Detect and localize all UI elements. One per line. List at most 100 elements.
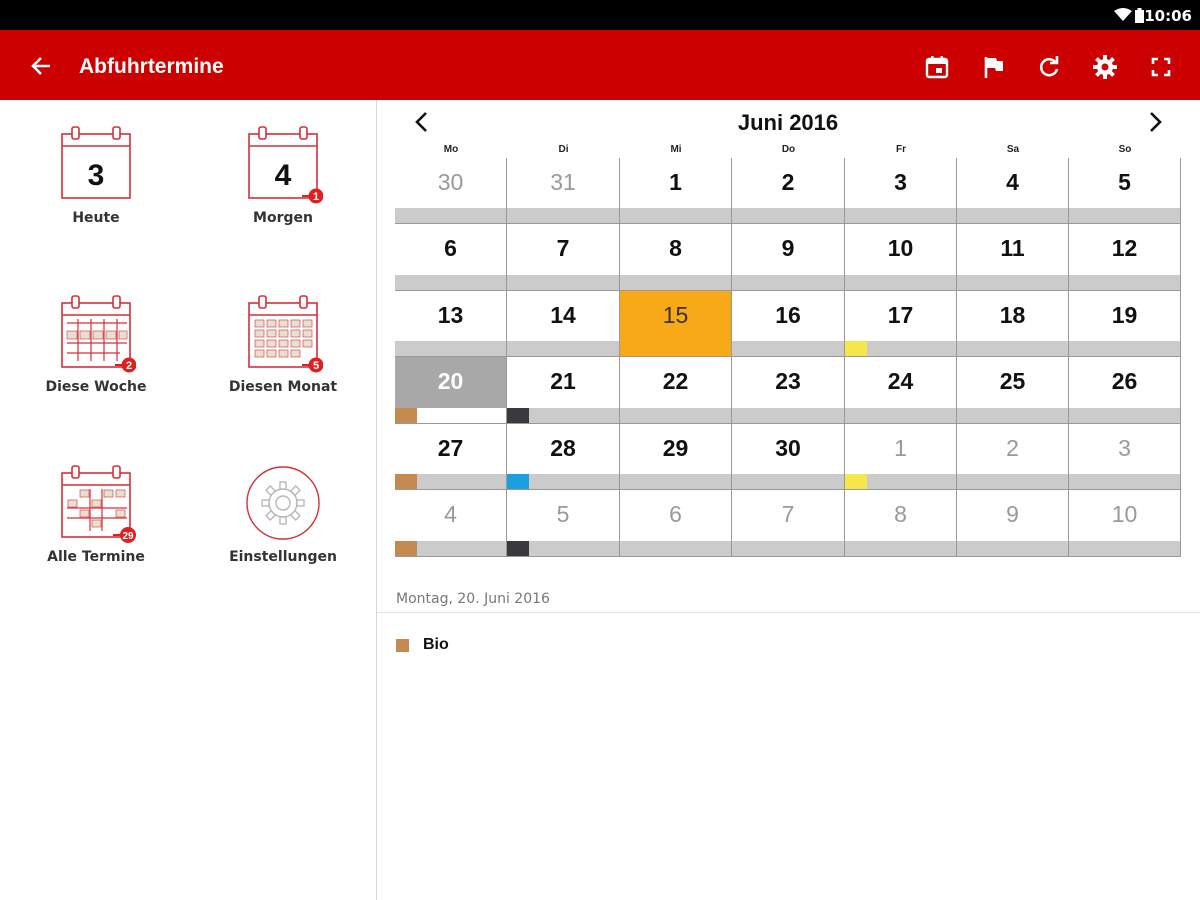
calendar-day-cell[interactable]: 15	[620, 291, 732, 357]
day-number: 4	[444, 501, 457, 527]
calendar-day-cell[interactable]: 6	[395, 224, 507, 291]
calendar-day-cell[interactable]: 27	[395, 424, 507, 490]
calendar-day-cell[interactable]: 7	[732, 490, 845, 557]
event-strip	[845, 208, 956, 223]
calendar-day-cell[interactable]: 11	[957, 224, 1069, 291]
calendar-day-cell[interactable]: 23	[732, 357, 845, 424]
calendar-day-cell[interactable]: 9	[957, 490, 1069, 557]
calendar-day-cell[interactable]: 8	[845, 490, 957, 557]
calendar-day-cell[interactable]: 6	[620, 490, 732, 557]
day-number: 16	[775, 302, 801, 328]
event-strip	[1069, 341, 1180, 356]
calendar-day-cell[interactable]: 10	[845, 224, 957, 291]
event-strip	[957, 408, 1068, 423]
day-number: 7	[781, 501, 795, 527]
event-strip	[957, 541, 1068, 556]
calendar-day-cell[interactable]: 25	[957, 357, 1069, 424]
calendar-day-cell[interactable]: 2	[732, 158, 845, 224]
tomorrow-day-number: 4	[275, 159, 292, 192]
day-number: 27	[437, 435, 464, 461]
calendar-day-cell[interactable]: 3	[845, 158, 957, 224]
calendar-day-cell[interactable]: 26	[1069, 357, 1181, 424]
day-number: 2	[1006, 435, 1019, 461]
calendar-day-cell[interactable]: 30	[395, 158, 507, 224]
calendar-day-cell[interactable]: 10	[1069, 490, 1181, 557]
refresh-icon[interactable]	[1036, 54, 1062, 80]
selected-date-label: Montag, 20. Juni 2016	[396, 591, 550, 607]
calendar-day-cell[interactable]: 9	[732, 224, 845, 291]
calendar-day-cell[interactable]: 29	[620, 424, 732, 490]
month-title: Juni 2016	[737, 110, 839, 135]
calendar-day-icon: 4 1	[248, 126, 323, 204]
panel-divider	[376, 100, 377, 900]
calendar-day-cell[interactable]: 3	[1069, 424, 1181, 490]
day-number: 23	[775, 368, 801, 394]
next-month-button[interactable]	[1140, 108, 1170, 138]
event-strip	[845, 408, 956, 423]
event-strip	[732, 408, 844, 423]
calendar-header: Juni 2016	[395, 108, 1181, 138]
day-number: 5	[1118, 169, 1131, 195]
calendar-day-cell[interactable]: 30	[732, 424, 845, 490]
calendar-day-cell[interactable]: 17	[845, 291, 957, 357]
weekday-label: Mi	[670, 144, 682, 155]
day-number: 8	[894, 501, 907, 527]
calendar-day-cell[interactable]: 24	[845, 357, 957, 424]
calendar-day-cell[interactable]: 20	[395, 357, 507, 424]
calendar-day-cell[interactable]: 14	[507, 291, 620, 357]
all-dates-tile[interactable]: 29 Alle Termine	[21, 463, 171, 565]
collection-marker	[395, 474, 417, 489]
calendar-day-cell[interactable]: 19	[1069, 291, 1181, 357]
day-number: 28	[550, 435, 576, 461]
day-number: 31	[550, 169, 576, 195]
calendar-day-cell[interactable]: 13	[395, 291, 507, 357]
event-strip	[1069, 275, 1180, 290]
calendar-day-cell[interactable]: 4	[957, 158, 1069, 224]
calendar-day-cell[interactable]: 5	[1069, 158, 1181, 224]
today-tile[interactable]: 3 Heute	[21, 124, 171, 226]
calendar-day-cell[interactable]: 21	[507, 357, 620, 424]
day-number: 26	[1111, 368, 1138, 394]
event-strip	[395, 208, 506, 223]
today-label: Heute	[72, 210, 120, 226]
calendar-day-cell[interactable]: 31	[507, 158, 620, 224]
settings-tile[interactable]: Einstellungen	[208, 463, 358, 565]
calendar-day-cell[interactable]: 4	[395, 490, 507, 557]
calendar-day-cell[interactable]: 8	[620, 224, 732, 291]
day-number: 3	[1118, 435, 1131, 461]
calendar-day-icon: 3	[61, 126, 131, 199]
fullscreen-icon[interactable]	[1148, 54, 1174, 80]
tomorrow-label: Morgen	[253, 210, 313, 226]
gear-icon[interactable]	[1092, 54, 1118, 80]
calendar-day-cell[interactable]: 1	[845, 424, 957, 490]
calendar-day-cell[interactable]: 1	[620, 158, 732, 224]
event-strip	[732, 208, 844, 223]
day-number: 14	[550, 302, 576, 328]
event-strip	[507, 208, 619, 223]
calendar-day-cell[interactable]: 7	[507, 224, 620, 291]
section-divider	[377, 612, 1200, 613]
calendar-day-cell[interactable]: 2	[957, 424, 1069, 490]
week-tile[interactable]: 2 Diese Woche	[21, 293, 171, 395]
day-number: 21	[550, 368, 576, 394]
month-tile[interactable]: 5 Diesen Monat	[208, 293, 358, 395]
day-number: 20	[437, 368, 464, 394]
back-arrow-icon[interactable]	[28, 53, 54, 79]
calendar-day-cell[interactable]: 16	[732, 291, 845, 357]
tomorrow-tile[interactable]: 4 1 Morgen	[208, 124, 358, 226]
weekday-label: Mo	[443, 144, 459, 155]
calendar-day-cell[interactable]: 12	[1069, 224, 1181, 291]
event-strip	[395, 275, 506, 290]
calendar-day-cell[interactable]: 5	[507, 490, 620, 557]
calendar-day-cell[interactable]: 22	[620, 357, 732, 424]
weekday-label: Sa	[1006, 144, 1020, 155]
event-strip	[620, 275, 731, 290]
weekday-header-row: Mo Di Mi Do Fr Sa So	[395, 144, 1181, 158]
weekday-label: So	[1118, 144, 1132, 155]
flag-icon[interactable]	[981, 54, 1007, 80]
event-strip	[620, 474, 731, 489]
calendar-today-icon[interactable]	[924, 54, 950, 80]
weekday-label: Do	[781, 144, 796, 155]
calendar-day-cell[interactable]: 18	[957, 291, 1069, 357]
calendar-day-cell[interactable]: 28	[507, 424, 620, 490]
